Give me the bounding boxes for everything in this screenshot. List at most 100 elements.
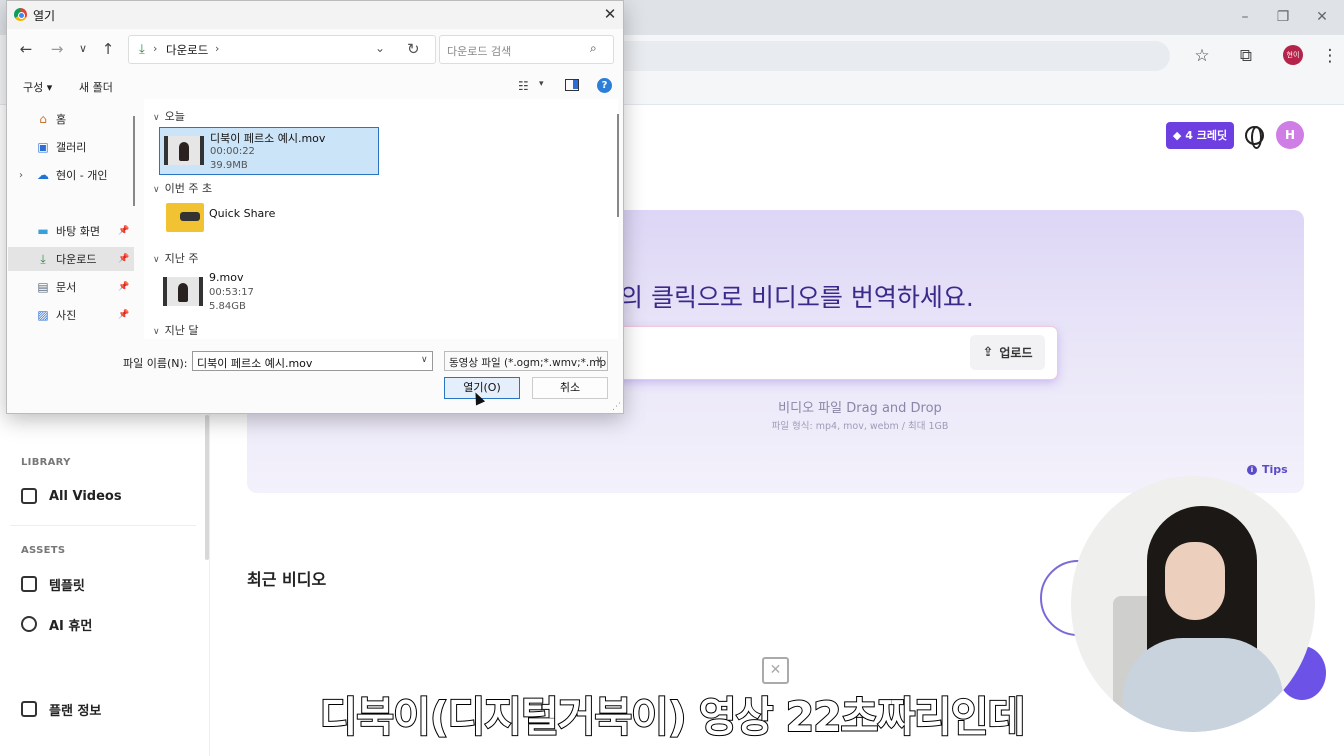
drag-drop-text: 비디오 파일 Drag and Drop [778,401,942,416]
group-label: 오늘 [164,110,185,123]
nav-item-gallery[interactable]: ▣ 갤러리 [8,135,134,159]
browser-profile-avatar[interactable]: 현이 [1283,45,1303,65]
group-label: 이번 주 초 [164,182,213,195]
group-header-this-week[interactable]: ∨ 이번 주 초 [153,180,212,196]
restore-icon[interactable]: ❐ [1273,8,1293,26]
cancel-button[interactable]: 취소 [532,377,608,399]
filename-input[interactable]: 디북이 페르소 예시.mov [192,351,433,371]
video-thumbnail [164,136,204,165]
file-item-persona-mov[interactable]: 디북이 페르소 예시.mov 00:00:22 39.9MB [159,127,379,175]
download-icon: ⤓ [139,42,145,57]
view-options-icon[interactable]: ☷ [518,79,529,93]
chevron-right-icon: › [153,42,158,55]
nav-item-onedrive[interactable]: › ☁ 현이 - 개인 [8,163,134,187]
help-icon[interactable]: ? [597,78,612,93]
chevron-down-icon[interactable]: ⌄ [375,41,385,55]
upload-icon: ⇪ [982,345,994,360]
dialog-titlebar: 열기 ✕ [7,1,623,29]
resize-grip-icon[interactable]: ⋰ [612,402,621,412]
dialog-title: 열기 [33,9,56,23]
kebab-menu-icon[interactable]: ⋮ [1320,46,1340,66]
command-bar: 구성 ▾ 새 폴더 ☷ ▾ ? [7,73,623,99]
folder-item-quick-share[interactable]: Quick Share [159,199,379,247]
chevron-down-icon[interactable]: ∨ [421,355,428,365]
refresh-icon[interactable]: ↻ [407,40,420,58]
group-label: 지난 달 [164,324,199,337]
new-folder-button[interactable]: 새 폴더 [79,79,113,95]
extensions-icon[interactable]: ⧉ [1236,46,1256,66]
chevron-down-icon[interactable]: ▾ [539,79,544,89]
user-circle-icon [21,616,37,632]
file-name: Quick Share [209,207,276,220]
empty-clapperboard-icon: ✕ [762,657,789,684]
download-icon: ⤓ [40,251,46,266]
address-bar[interactable] [560,41,1170,71]
nav-item-downloads[interactable]: ⤓ 다운로드 📌 [8,247,134,271]
minimize-icon[interactable]: – [1235,8,1255,26]
upload-button[interactable]: ⇪ 업로드 [970,335,1045,370]
close-window-icon[interactable]: ✕ [1312,8,1332,26]
chevron-down-icon: ∨ [153,185,160,195]
user-avatar[interactable]: H [1276,121,1304,149]
file-format-text: 파일 형식: mp4, mov, webm / 최대 1GB [771,421,949,432]
chevron-down-icon[interactable]: ∨ [596,355,603,365]
tips-label: Tips [1262,463,1288,476]
forward-arrow-icon[interactable]: → [48,40,66,58]
nav-item-documents[interactable]: ▤ 문서 📌 [8,275,134,299]
sidebar-item-label: 템플릿 [49,578,85,594]
nav-item-label: 현이 - 개인 [56,169,108,182]
credits-button[interactable]: ◆ 4 크레딧 [1166,122,1234,149]
path-breadcrumb[interactable]: ⤓ › 다운로드 › ⌄ ↻ [128,35,436,64]
sidebar-scrollbar[interactable] [205,415,209,560]
sidebar-item-all-videos[interactable]: All Videos [21,484,122,508]
sidebar-divider [10,525,196,526]
pictures-icon: ▨ [37,308,49,322]
group-header-last-month[interactable]: ∨ 지난 달 [153,322,198,338]
nav-item-desktop[interactable]: ▬ 바탕 화면 📌 [8,219,134,243]
navigation-scrollbar[interactable] [133,116,135,206]
tips-link[interactable]: i Tips [1247,463,1288,476]
nav-item-pictures[interactable]: ▨ 사진 📌 [8,303,134,327]
info-icon: i [1247,464,1257,475]
file-list: ∨ 오늘 디북이 페르소 예시.mov 00:00:22 39.9MB ∨ 이번 주… [144,99,618,339]
file-item-9-mov[interactable]: 9.mov 00:53:17 5.84GB [159,269,379,317]
close-icon[interactable]: ✕ [601,5,619,23]
file-duration: 00:00:22 [210,146,255,157]
breadcrumb-downloads[interactable]: 다운로드 [166,42,208,58]
video-thumbnail [163,277,203,306]
pin-icon: 📌 [118,310,130,320]
sidebar-item-ai-human[interactable]: AI 휴먼 [21,612,92,636]
assets-section-header: ASSETS [21,545,66,556]
nav-item-label: 다운로드 [56,253,97,266]
document-icon: ▤ [37,280,49,294]
pin-icon: 📌 [118,226,130,236]
globe-icon[interactable] [1245,126,1264,149]
template-icon [21,576,37,592]
preview-pane-icon[interactable] [565,79,579,91]
sidebar-item-templates[interactable]: 템플릿 [21,572,85,596]
credits-label: 4 크레딧 [1185,129,1228,142]
group-header-last-week[interactable]: ∨ 지난 주 [153,250,198,266]
nav-item-label: 홈 [56,113,67,126]
nav-item-label: 사진 [56,309,77,322]
file-size: 5.84GB [209,301,246,312]
group-label: 지난 주 [164,252,199,265]
nav-item-home[interactable]: ⌂ 홈 [8,107,134,131]
recent-locations-chevron-icon[interactable]: ∨ [74,40,92,58]
file-list-scrollbar[interactable] [617,114,619,217]
nav-item-label: 문서 [56,281,77,294]
pin-icon: 📌 [118,282,130,292]
filetype-select[interactable]: 동영상 파일 (*.ogm;*.wmv;*.mp [444,351,608,371]
chevron-right-icon[interactable]: › [19,170,23,181]
group-header-today[interactable]: ∨ 오늘 [153,108,185,124]
up-arrow-icon[interactable]: ↑ [99,40,117,58]
open-file-dialog: 열기 ✕ ← → ∨ ↑ ⤓ › 다운로드 › ⌄ ↻ 다운로드 검색 ⌕ 구성… [6,0,624,414]
search-placeholder: 다운로드 검색 [447,45,512,58]
back-arrow-icon[interactable]: ← [17,40,35,58]
star-icon[interactable]: ☆ [1192,46,1212,66]
file-name: 디북이 페르소 예시.mov [210,132,326,145]
videos-icon [21,488,37,504]
search-input[interactable]: 다운로드 검색 ⌕ [439,35,614,64]
gallery-icon: ▣ [37,140,49,154]
organize-menu[interactable]: 구성 ▾ [23,79,52,95]
